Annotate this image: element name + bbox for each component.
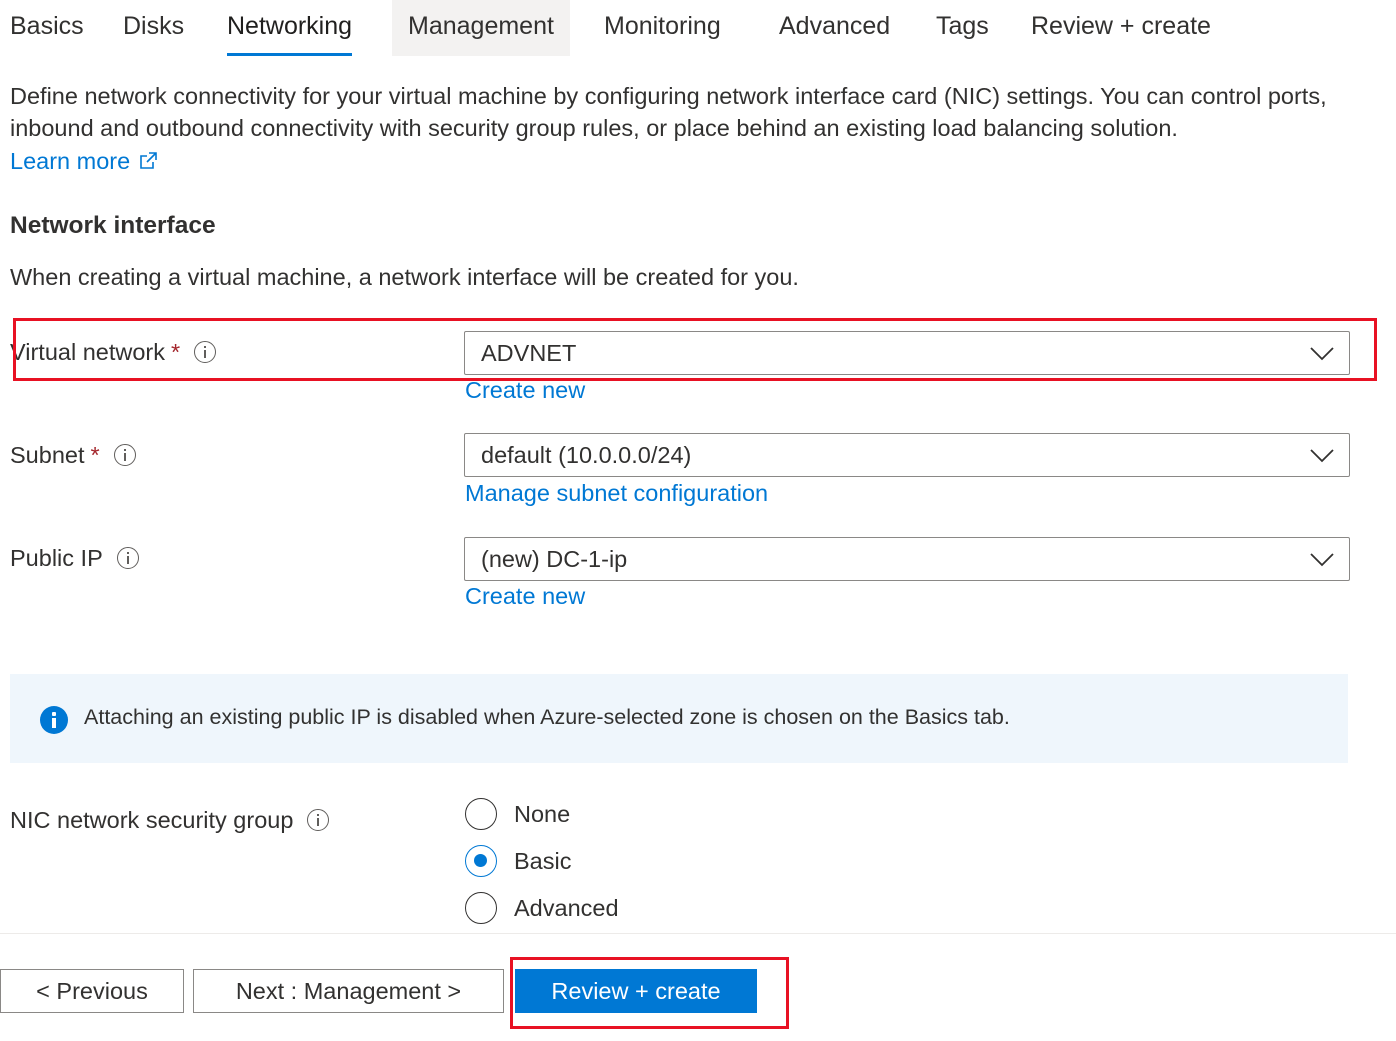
tab-advanced[interactable]: Advanced — [779, 0, 890, 56]
tab-networking-label: Networking — [227, 12, 353, 40]
nsg-label-text: NIC network security group — [10, 807, 294, 833]
tab-disks[interactable]: Disks — [123, 0, 184, 56]
info-icon[interactable] — [307, 809, 330, 831]
active-tab-indicator — [227, 53, 353, 56]
radio-label: Advanced — [514, 895, 619, 921]
tab-monitoring[interactable]: Monitoring — [604, 0, 721, 56]
info-icon[interactable] — [113, 444, 136, 466]
subnet-dropdown[interactable]: default (10.0.0.0/24) — [464, 433, 1350, 477]
footer-divider — [0, 933, 1396, 934]
subnet-label-text: Subnet — [10, 442, 85, 468]
tab-tags[interactable]: Tags — [936, 0, 989, 56]
public-ip-dropdown[interactable]: (new) DC-1-ip — [464, 537, 1350, 581]
networking-description: Define network connectivity for your vir… — [10, 83, 1327, 141]
previous-button[interactable]: < Previous — [0, 969, 184, 1013]
nsg-label: NIC network security group — [10, 807, 330, 834]
learn-more-label: Learn more — [10, 148, 131, 174]
highlight-box-virtual-network — [13, 318, 1377, 381]
create-new-public-ip-link[interactable]: Create new — [465, 583, 585, 610]
tab-management[interactable]: Management — [392, 0, 570, 56]
external-link-icon — [140, 152, 157, 169]
tab-review-create[interactable]: Review + create — [1031, 0, 1211, 56]
subnet-value: default (10.0.0.0/24) — [481, 442, 692, 468]
network-interface-heading: Network interface — [10, 212, 216, 239]
info-message-bar: Attaching an existing public IP is disab… — [10, 674, 1348, 763]
public-ip-label-text: Public IP — [10, 545, 103, 571]
radio-button-selected[interactable] — [465, 845, 497, 877]
learn-more-link[interactable]: Learn more — [10, 145, 158, 177]
chevron-down-icon — [1310, 449, 1334, 463]
radio-button[interactable] — [465, 798, 497, 830]
public-ip-label: Public IP — [10, 545, 139, 572]
public-ip-value: (new) DC-1-ip — [481, 546, 628, 572]
manage-subnet-link[interactable]: Manage subnet configuration — [465, 480, 768, 507]
chevron-down-icon — [1310, 553, 1334, 567]
radio-label: None — [514, 801, 571, 827]
info-message-text: Attaching an existing public IP is disab… — [84, 705, 1010, 729]
info-filled-icon — [40, 706, 68, 734]
tab-basics[interactable]: Basics — [10, 0, 84, 56]
tab-bar: Basics Disks Networking Management Monit… — [0, 0, 1396, 58]
network-interface-description: When creating a virtual machine, a netwo… — [10, 264, 799, 290]
subnet-label: Subnet * — [10, 442, 136, 469]
radio-button[interactable] — [465, 892, 497, 924]
info-icon[interactable] — [116, 547, 139, 569]
tab-networking[interactable]: Networking — [227, 0, 353, 56]
radio-label: Basic — [514, 848, 572, 874]
create-new-vnet-link[interactable]: Create new — [465, 377, 585, 404]
next-management-button[interactable]: Next : Management > — [193, 969, 504, 1013]
highlight-box-review-create — [510, 957, 789, 1029]
required-marker: * — [90, 442, 100, 468]
